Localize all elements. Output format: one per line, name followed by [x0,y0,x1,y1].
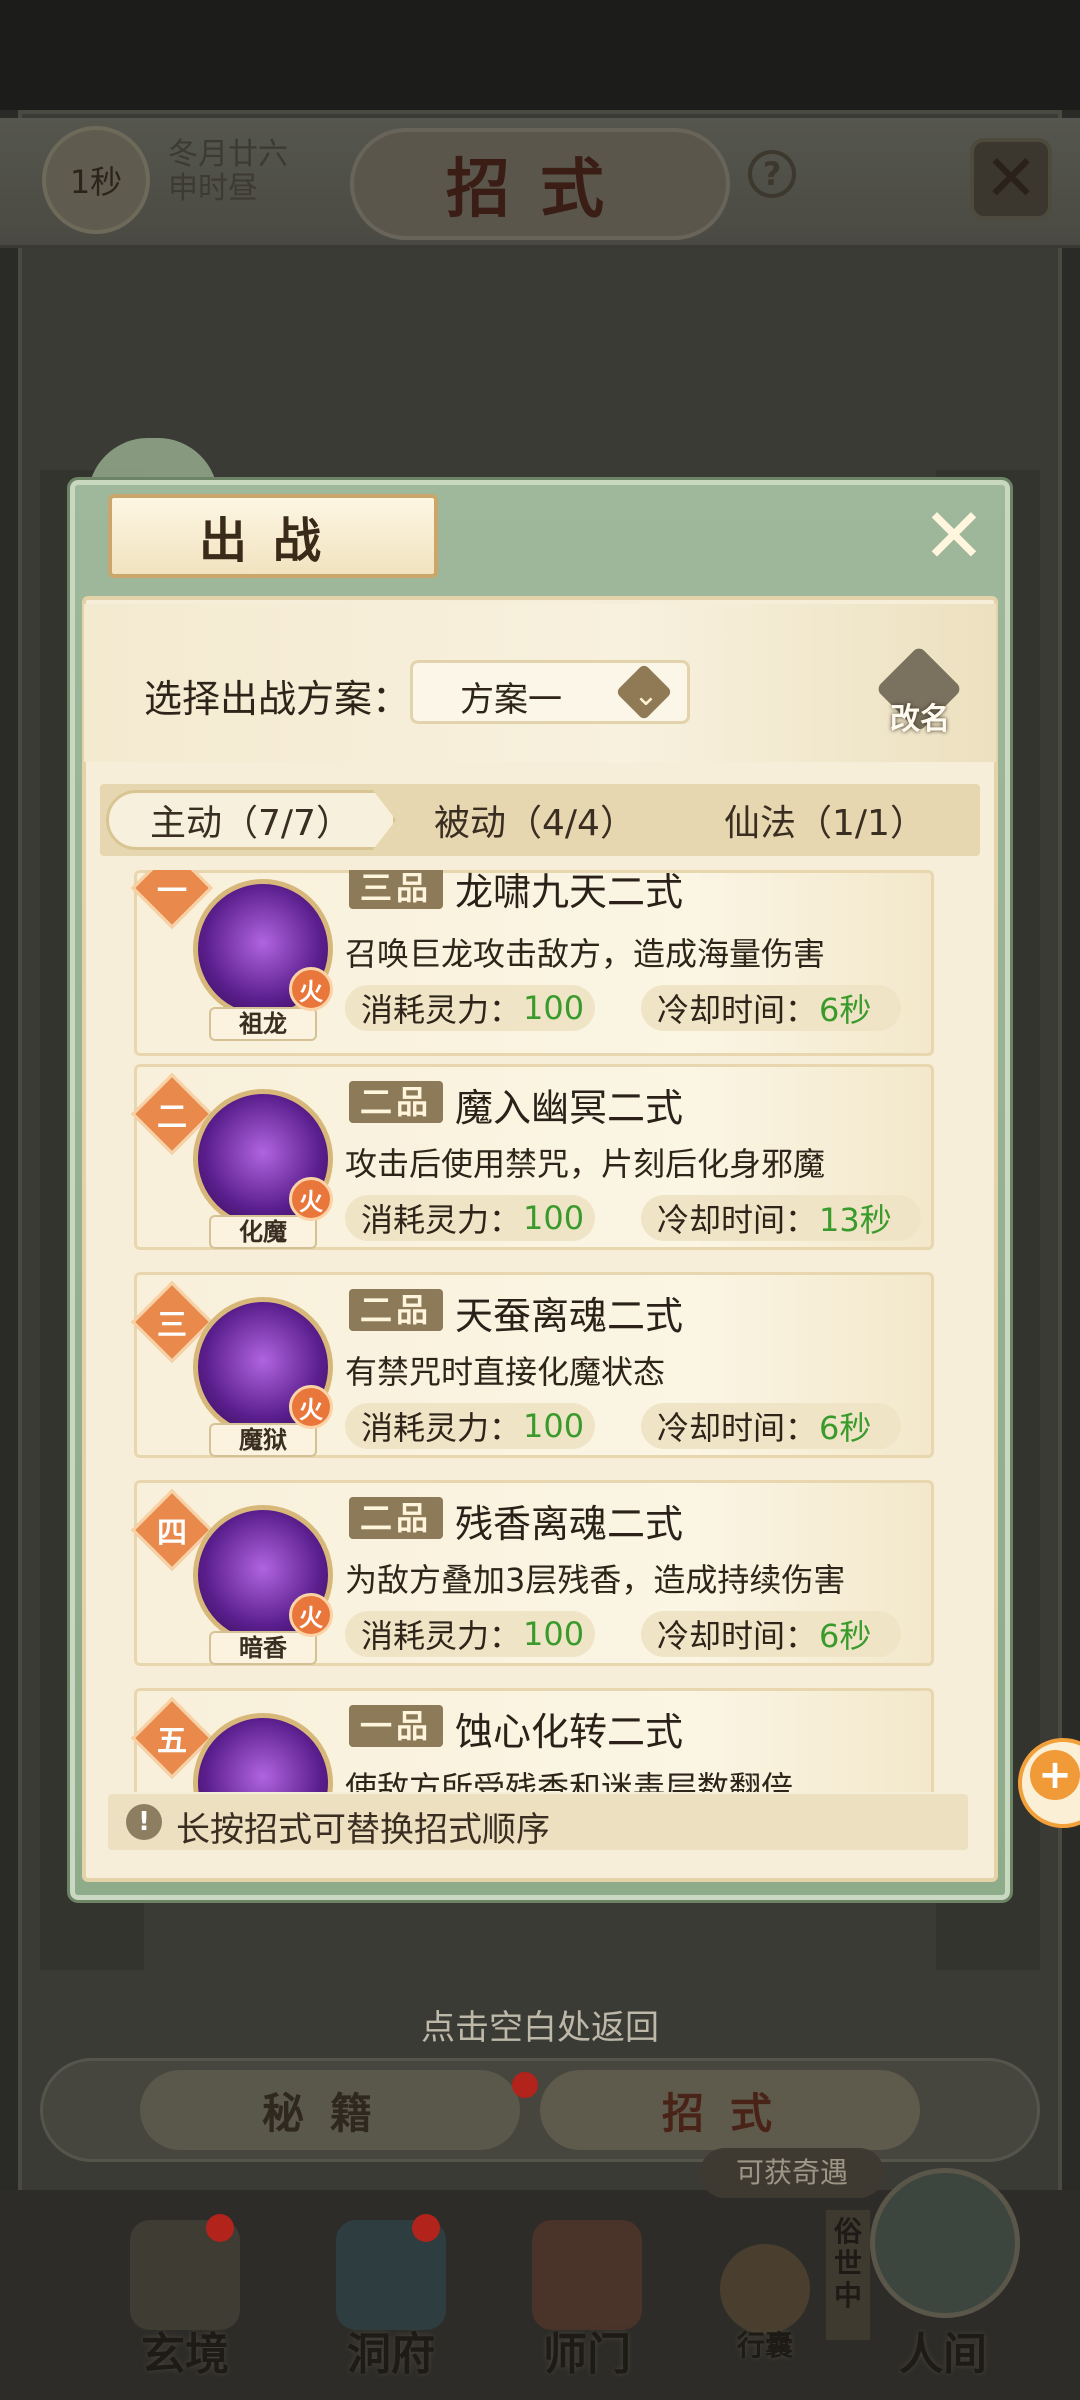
nav-item-renjian[interactable]: 人间 [868,2200,1018,2380]
tab-passive-skills[interactable]: 被动（4/4） [400,790,670,850]
notification-dot [206,2214,234,2242]
cost-pill: 消耗灵力： 100 [345,1403,595,1449]
cost-value: 100 [523,1407,585,1445]
cost-pill: 消耗灵力： 100 [345,985,595,1031]
return-hint[interactable]: 点击空白处返回 [0,2000,1080,2049]
skill-name: 蚀心化转二式 [455,1710,684,1754]
cost-pill: 消耗灵力： 100 [345,1611,595,1657]
nav-label: 人间 [899,2329,987,2380]
page-title: 招式 [350,128,730,240]
nav-label: 行囊 [736,2329,793,2362]
status-bar [0,0,1080,110]
grade-tag: 二品 [349,1081,443,1123]
cooldown-pill: 冷却时间： 6秒 [641,1403,901,1449]
nav-item-xingnang[interactable]: 行囊 [690,2200,840,2380]
help-button[interactable]: ? [748,150,796,198]
scheme-label: 选择出战方案： [144,677,411,721]
skill-icon-label: 化魔 [209,1215,317,1249]
world-tag: 俗世中 [826,2210,870,2340]
grade-tag: 三品 [349,870,443,909]
cooldown-pill: 冷却时间： 6秒 [641,985,901,1031]
cost-value: 100 [523,1199,585,1237]
rank-number: 二 [157,1100,187,1135]
nav-label: 师门 [543,2329,631,2380]
modal-title: 出战 [108,494,438,578]
skill-description: 使敌方所受残香和迷毒层数翻倍 [345,1769,794,1792]
tab-moves[interactable]: 招式 [540,2070,920,2150]
cooldown-value: 6秒 [819,991,872,1029]
nav-label: 洞府 [347,2329,435,2380]
skill-icon-label: 祖龙 [209,1007,317,1041]
skill-card[interactable]: 四 暗香 火 二品 残香离魂二式 为敌方叠加3层残香，造成持续伤害 消耗灵力： 1… [130,1480,934,1666]
notification-dot [412,2214,440,2242]
notification-dot [512,2072,538,2098]
skill-name: 天蚕离魂二式 [455,1294,684,1338]
skill-icon-label: 魔狱 [209,1423,317,1457]
event-tag: 可获奇遇 [700,2148,884,2198]
cost-value: 100 [523,989,585,1027]
cooldown-value: 6秒 [819,1409,872,1447]
cooldown-label: 冷却时间： [657,1617,818,1655]
cost-label: 消耗灵力： [361,1617,522,1655]
cost-value: 100 [523,1615,585,1653]
plus-icon[interactable]: + [1030,1750,1080,1800]
time-of-day: 申时昼 [168,171,258,206]
skill-description: 召唤巨龙攻击敌方，造成海量伤害 [345,935,826,973]
bag-icon [720,2244,810,2334]
rank-number: 一 [157,874,187,909]
skill-description: 攻击后使用禁咒，片刻后化身邪魔 [345,1145,826,1183]
fire-element-icon: 火 [289,1593,333,1637]
nav-item-xuanjing[interactable]: 玄境 [110,2200,260,2380]
cost-pill: 消耗灵力： 100 [345,1195,595,1241]
rank-number: 三 [157,1308,187,1343]
rename-button[interactable]: 改名 [872,694,968,738]
cooldown-label: 冷却时间： [657,1201,818,1239]
info-icon: ! [126,1804,162,1840]
skill-description: 为敌方叠加3层残香，造成持续伤害 [345,1561,846,1599]
nav-item-shimen[interactable]: 师门 [512,2200,662,2380]
page-close-button[interactable]: ✕ [970,138,1052,220]
scheme-dropdown-value[interactable]: 方案一 [460,672,562,721]
nav-item-dongfu[interactable]: 洞府 [316,2200,466,2380]
banner-icon [532,2220,642,2330]
cost-label: 消耗灵力： [361,991,522,1029]
hint-text: 长按招式可替换招式顺序 [176,1810,550,1850]
date-line: 冬月廿六 [168,137,288,172]
rank-number: 五 [157,1724,187,1759]
cooldown-label: 冷却时间： [657,991,818,1029]
cost-label: 消耗灵力： [361,1201,522,1239]
skill-list[interactable]: 一 祖龙 火 三品 龙啸九天二式 召唤巨龙攻击敌方，造成海量伤害 消耗灵力： 10… [110,870,970,1792]
skill-icon-label: 暗香 [209,1631,317,1665]
skill-description: 有禁咒时直接化魔状态 [345,1353,666,1391]
tab-immortal-arts[interactable]: 仙法（1/1） [680,790,970,850]
skill-card[interactable]: 三 魔狱 火 二品 天蚕离魂二式 有禁咒时直接化魔状态 消耗灵力： 100 冷却时… [130,1272,934,1458]
timer-badge: 1秒 [42,126,150,234]
nav-label: 玄境 [141,2329,229,2380]
cooldown-value: 6秒 [819,1617,872,1655]
fire-element-icon: 火 [289,1177,333,1221]
chevron-down-icon[interactable]: ⌄ [618,668,674,724]
tab-active-skills[interactable]: 主动（7/7） [106,790,396,850]
modal-close-button[interactable]: ✕ [912,498,996,574]
cooldown-pill: 冷却时间： 6秒 [641,1611,901,1657]
skill-card[interactable]: 二 化魔 火 二品 魔入幽冥二式 攻击后使用禁咒，片刻后化身邪魔 消耗灵力： 10… [130,1064,934,1250]
skill-name: 魔入幽冥二式 [455,1086,684,1130]
tab-secret-manual[interactable]: 秘籍 [140,2070,520,2150]
fire-element-icon: 火 [289,967,333,1011]
cooldown-pill: 冷却时间： 13秒 [641,1195,921,1241]
game-date: 冬月廿六 申时昼 [168,138,318,206]
skill-name: 残香离魂二式 [455,1502,684,1546]
skill-name: 龙啸九天二式 [455,870,684,914]
rank-number: 四 [157,1516,187,1551]
skill-card[interactable]: 一 祖龙 火 三品 龙啸九天二式 召唤巨龙攻击敌方，造成海量伤害 消耗灵力： 10… [130,870,934,1056]
cost-label: 消耗灵力： [361,1409,522,1447]
fire-element-icon: 火 [289,1385,333,1429]
grade-tag: 二品 [349,1289,443,1331]
skill-card[interactable]: 五 一品 蚀心化转二式 使敌方所受残香和迷毒层数翻倍 [130,1688,934,1792]
cooldown-value: 13秒 [819,1201,892,1239]
grade-tag: 二品 [349,1497,443,1539]
cooldown-label: 冷却时间： [657,1409,818,1447]
grade-tag: 一品 [349,1705,443,1747]
skill-icon [193,1713,333,1792]
